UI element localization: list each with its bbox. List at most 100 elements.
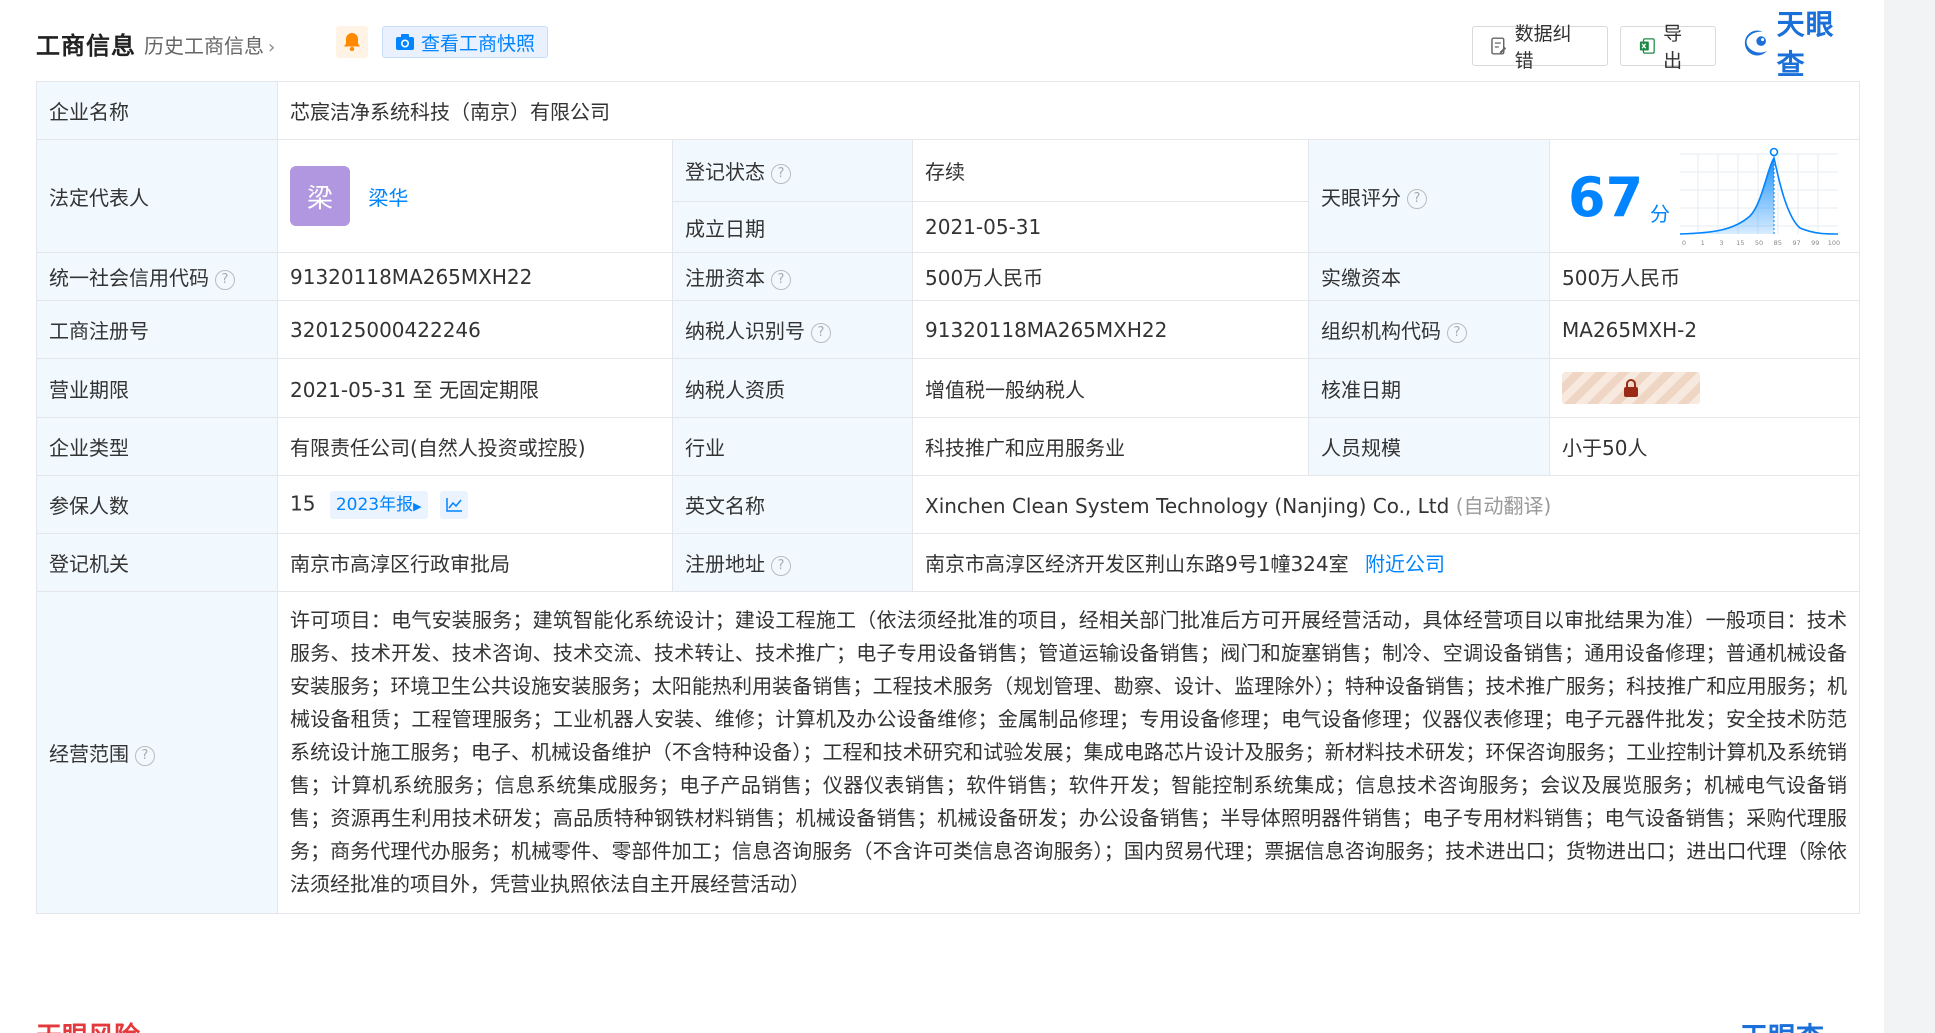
table-row: 登记机关 南京市高淳区行政审批局 注册地址? 南京市高淳区经济开发区荆山东路9号… [36,533,1860,592]
table-row: 营业期限 2021-05-31 至 无固定期限 纳税人资质 增值税一般纳税人 核… [36,358,1860,418]
tianyancha-logo: 天眼查 [1742,8,1860,81]
reg-status-label-cell: 登记状态? [672,138,913,203]
credit-code-label-cell: 统一社会信用代码? [36,252,278,301]
risk-section-title: 天眼风险 [36,1016,140,1033]
history-info-label: 历史工商信息 [144,34,264,58]
annual-report-label: 2023年报 [335,494,414,515]
score-unit: 分 [1650,202,1670,226]
trend-chart-button[interactable] [439,490,468,519]
line-chart-icon [446,497,462,512]
type: 有限责任公司(自然人投资或控股) [277,417,673,476]
term-label: 营业期限 [36,358,278,418]
approve-date-label: 核准日期 [1308,358,1550,418]
export-button[interactable]: 导出 [1620,23,1716,72]
help-icon[interactable]: ? [215,269,235,290]
reg-capital: 500万人民币 [912,252,1309,301]
paid-capital: 500万人民币 [1549,252,1860,301]
score-distribution-chart: 0 1 3 15 50 85 97 99 100 [1679,147,1840,247]
taxpayer-qual: 增值税一般纳税人 [912,358,1309,418]
address-label: 注册地址 [685,552,765,576]
edit-doc-icon [1491,37,1507,55]
authority-label: 登记机关 [36,533,278,592]
org-code-label-cell: 组织机构代码? [1308,300,1550,359]
score-label-cell: 天眼评分? [1308,139,1550,253]
data-correct-label: 数据纠错 [1514,23,1572,72]
excel-icon [1639,38,1655,54]
eye-logo-icon [1744,30,1767,56]
reg-no-label: 工商注册号 [36,300,278,359]
lock-icon [1624,379,1638,397]
table-row: 企业类型 有限责任公司(自然人投资或控股) 行业 科技推广和应用服务业 人员规模… [36,417,1860,476]
tianyancha-logo-footer: 天眼查 [1740,1016,1824,1033]
address: 南京市高淳区经济开发区荆山东路9号1幢324室 [925,552,1349,576]
avatar: 梁 [290,166,350,226]
business-info-table: 企业名称 芯宸洁净系统科技（南京）有限公司 法定代表人 梁 梁华 登记状态? 存… [36,81,1860,914]
est-date-label: 成立日期 [672,201,913,253]
reg-capital-label: 注册资本 [685,266,765,290]
score-label: 天眼评分 [1321,185,1401,210]
snapshot-button[interactable]: 查看工商快照 [382,26,549,58]
staff: 小于50人 [1549,417,1860,476]
score-cell[interactable]: 67 分 0 1 3 15 50 85 97 99 100 [1549,139,1860,253]
english-cell: Xinchen Clean System Technology (Nanjing… [912,475,1860,534]
reg-status: 存续 [912,138,1309,203]
score-tick-label: 50 [1755,239,1763,247]
section-header: 工商信息 历史工商信息 › 查看工商快照 数据纠错 导出 天眼查 [36,8,1860,81]
taxpayer-id: 91320118MA265MXH22 [912,300,1309,359]
score-tick-label: 0 [1682,239,1686,247]
english-label: 英文名称 [672,475,913,534]
table-row: 经营范围? 许可项目：电气安装服务；建筑智能化系统设计；建设工程施工（依法须经批… [36,591,1860,914]
help-icon[interactable]: ? [771,163,791,184]
nearby-companies-link[interactable]: 附近公司 [1365,552,1445,576]
locked-value[interactable] [1562,372,1700,404]
reg-no: 320125000422246 [277,300,673,359]
address-label-cell: 注册地址? [672,533,913,592]
score-tick-label: 85 [1774,239,1782,247]
help-icon[interactable]: ? [771,269,791,290]
page: 工商信息 历史工商信息 › 查看工商快照 数据纠错 导出 天眼查 企业名称 芯宸洁… [0,0,1884,1033]
insured-label: 参保人数 [36,475,278,534]
legal-rep-label: 法定代表人 [36,139,278,253]
help-icon[interactable]: ? [1447,322,1467,343]
credit-code-label: 统一社会信用代码 [49,266,209,290]
help-icon[interactable]: ? [135,745,155,766]
industry-label: 行业 [672,417,913,476]
type-label: 企业类型 [36,417,278,476]
section-title: 工商信息 [36,32,136,60]
insured-count: 15 [290,491,316,515]
staff-label: 人员规模 [1308,417,1550,476]
score-tick-label: 100 [1828,239,1840,247]
page-gutter [1884,0,1935,1033]
industry: 科技推广和应用服务业 [912,417,1309,476]
annual-report-tag[interactable]: 2023年报▶ [329,490,428,519]
score-widget[interactable]: 67 分 0 1 3 15 50 85 97 99 100 [1550,140,1859,252]
business-scope: 许可项目：电气安装服务；建筑智能化系统设计；建设工程施工（依法须经批准的项目，经… [277,591,1860,914]
caret-right-icon: ▶ [413,499,422,513]
table-row: 参保人数 15 2023年报▶ 英文名称 Xinchen Clean Syste… [36,475,1860,534]
help-icon[interactable]: ? [771,555,791,576]
score-tick-label: 3 [1719,239,1723,247]
company-name: 芯宸洁净系统科技（南京）有限公司 [277,81,1860,140]
score-tick-label: 99 [1811,239,1819,247]
table-row: 企业名称 芯宸洁净系统科技（南京）有限公司 [36,81,1860,140]
table-row: 法定代表人 梁 梁华 登记状态? 存续 天眼评分? 67 分 0 1 3 15 … [36,138,1860,253]
chevron-right-icon: › [268,37,276,58]
est-date: 2021-05-31 [912,201,1309,253]
bell-button[interactable] [336,26,368,58]
snapshot-label: 查看工商快照 [421,32,536,55]
org-code-label: 组织机构代码 [1321,319,1441,343]
table-row: 统一社会信用代码? 91320118MA265MXH22 注册资本? 500万人… [36,252,1860,301]
bell-icon [344,33,360,52]
help-icon[interactable]: ? [811,322,831,343]
reg-status-label: 登记状态 [685,160,765,185]
history-info-link[interactable]: 历史工商信息 › [144,30,275,59]
help-icon[interactable]: ? [1407,189,1427,209]
legal-rep-link[interactable]: 梁华 [368,186,408,210]
scope-label-cell: 经营范围? [36,591,278,914]
export-label: 导出 [1663,23,1683,72]
auto-translate-note: (自动翻译) [1455,494,1552,518]
data-correct-button[interactable]: 数据纠错 [1472,23,1608,72]
score-value: 67 [1568,166,1644,229]
insured-cell: 15 2023年报▶ [277,475,673,534]
company-name-label: 企业名称 [36,81,278,140]
